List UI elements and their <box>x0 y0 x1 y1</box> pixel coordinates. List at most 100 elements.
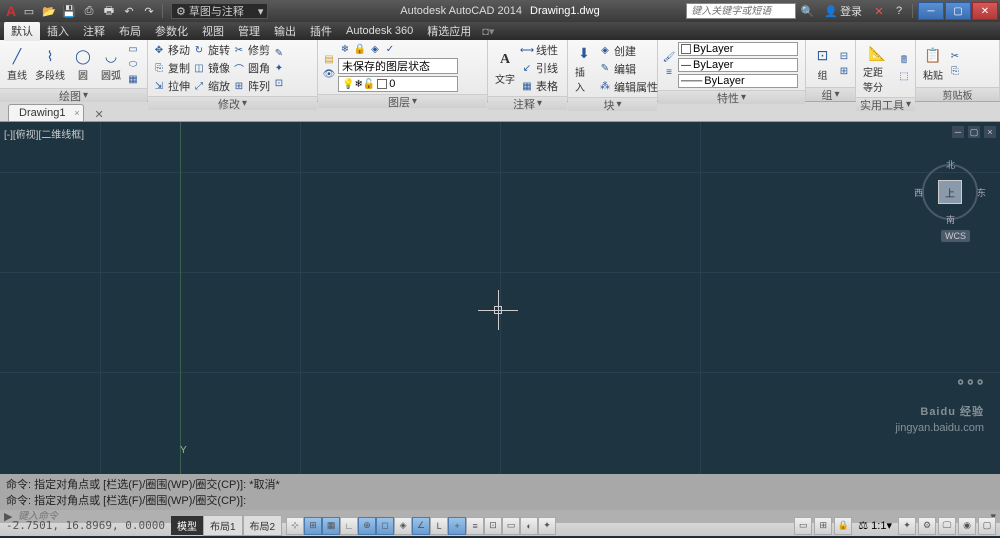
fillet-button[interactable]: ⌒圆角 <box>232 60 270 76</box>
am-toggle[interactable]: ✦ <box>538 517 556 535</box>
circle-button[interactable]: ◯圆 <box>70 45 96 83</box>
vc-south[interactable]: 南 <box>946 213 955 226</box>
app-menu-icon[interactable]: A <box>4 4 18 18</box>
linetype-combo[interactable]: ─── ByLayer <box>678 74 798 88</box>
select-icon[interactable]: ⬚ <box>897 69 911 83</box>
plot-icon[interactable]: 🖶 <box>100 2 118 20</box>
offset-icon[interactable]: ⊡ <box>272 76 286 90</box>
undo-icon[interactable]: ↶ <box>120 2 138 20</box>
drawing-canvas[interactable]: [-][俯视][二维线框] ─ ▢ × Y 上 北 南 西 东 WCS ⚬⚬⚬B… <box>0 122 1000 474</box>
viewport-label[interactable]: [-][俯视][二维线框] <box>4 126 84 141</box>
saveas-icon[interactable]: ⎙ <box>80 2 98 20</box>
panel-title[interactable]: 组 ▾ <box>806 87 855 101</box>
lwt-toggle[interactable]: ≡ <box>466 517 484 535</box>
ducs-toggle[interactable]: L <box>430 517 448 535</box>
panel-title[interactable]: 特性 ▾ <box>658 90 805 104</box>
isolate-icon[interactable]: ◉ <box>958 517 976 535</box>
coordinates[interactable]: -2.7501, 16.8969, 0.0000 <box>0 519 171 532</box>
workspace-selector[interactable]: ⚙草图与注释▾ <box>171 3 268 19</box>
vp-min-icon[interactable]: ─ <box>952 126 964 138</box>
tab-insert[interactable]: 插入 <box>40 21 76 41</box>
viewcube-top[interactable]: 上 <box>938 180 962 204</box>
save-icon[interactable]: 💾 <box>60 2 78 20</box>
tab-plugins[interactable]: 插件 <box>303 21 339 41</box>
search-input[interactable] <box>686 3 796 19</box>
ungroup-icon[interactable]: ⊟ <box>837 49 851 63</box>
scale-button[interactable]: ⤢缩放 <box>192 78 230 94</box>
close-button[interactable]: ✕ <box>972 2 998 20</box>
explode-icon[interactable]: ✦ <box>272 61 286 75</box>
measure-button[interactable]: 📐定距等分 <box>860 42 895 95</box>
3dosnap-toggle[interactable]: ◈ <box>394 517 412 535</box>
vc-north[interactable]: 北 <box>946 158 955 171</box>
layout1-tab[interactable]: 布局1 <box>203 515 243 536</box>
otrack-toggle[interactable]: ∠ <box>412 517 430 535</box>
modelspace-button[interactable]: ▭ <box>794 517 812 535</box>
rectangle-icon[interactable]: ▭ <box>126 42 140 56</box>
help-icon[interactable]: ? <box>890 2 908 20</box>
exchange-icon[interactable]: ✕ <box>870 2 888 20</box>
table-button[interactable]: ▦表格 <box>520 78 558 94</box>
leader-button[interactable]: ↙引线 <box>520 60 558 76</box>
tab-featured[interactable]: 精选应用 <box>420 21 478 41</box>
layer-freeze-icon[interactable]: ❄ <box>338 42 352 56</box>
text-button[interactable]: A文字 <box>492 49 518 87</box>
osnap-toggle[interactable]: ◻ <box>376 517 394 535</box>
layout2-tab[interactable]: 布局2 <box>243 515 283 536</box>
ortho-toggle[interactable]: ∟ <box>340 517 358 535</box>
dim-linear-button[interactable]: ⟷线性 <box>520 42 558 58</box>
quickview-icon[interactable]: ⊞ <box>814 517 832 535</box>
dyn-toggle[interactable]: + <box>448 517 466 535</box>
stretch-button[interactable]: ⇲拉伸 <box>152 78 190 94</box>
arc-button[interactable]: ◡圆弧 <box>98 45 124 83</box>
clean-screen-icon[interactable]: ▢ <box>978 517 996 535</box>
tab-a360[interactable]: Autodesk 360 <box>339 23 420 39</box>
panel-title[interactable]: 绘图 ▾ <box>0 88 147 102</box>
cut-icon[interactable]: ✂ <box>948 49 962 63</box>
redo-icon[interactable]: ↷ <box>140 2 158 20</box>
layer-iso-icon[interactable]: ◈ <box>368 42 382 56</box>
polyline-button[interactable]: ⌇多段线 <box>32 45 68 83</box>
panel-title[interactable]: 图层 ▾ <box>318 94 487 108</box>
block-edit-button[interactable]: ✎编辑 <box>598 61 658 77</box>
hardware-icon[interactable]: 🖵 <box>938 517 956 535</box>
group-edit-icon[interactable]: ⊞ <box>837 64 851 78</box>
maximize-button[interactable]: ▢ <box>945 2 971 20</box>
rotate-button[interactable]: ↻旋转 <box>192 42 230 58</box>
annovis-icon[interactable]: ✦ <box>898 517 916 535</box>
grid-toggle[interactable]: ▦ <box>322 517 340 535</box>
insert-button[interactable]: ⬇插入 <box>572 42 596 95</box>
qp-toggle[interactable]: ▭ <box>502 517 520 535</box>
group-button[interactable]: ⊡组 <box>810 45 835 83</box>
login-button[interactable]: 👤 登录 <box>818 3 868 19</box>
layer-state-combo[interactable]: 未保存的图层状态 <box>338 58 458 74</box>
trim-button[interactable]: ✂修剪 <box>232 42 270 58</box>
vp-max-icon[interactable]: ▢ <box>968 126 980 138</box>
new-icon[interactable]: ▭ <box>20 2 38 20</box>
tpy-toggle[interactable]: ⊡ <box>484 517 502 535</box>
vc-east[interactable]: 东 <box>977 186 986 199</box>
tab-manage[interactable]: 管理 <box>231 21 267 41</box>
copy-button[interactable]: ⎘复制 <box>152 60 190 76</box>
lineweight-combo[interactable]: — ByLayer <box>678 58 798 72</box>
polar-toggle[interactable]: ⊕ <box>358 517 376 535</box>
viewcube[interactable]: 上 北 南 西 东 <box>920 162 980 222</box>
block-create-button[interactable]: ◈创建 <box>598 43 658 59</box>
tab-parametric[interactable]: 参数化 <box>148 21 195 41</box>
panel-title[interactable]: 修改 ▾ <box>148 96 317 110</box>
color-combo[interactable]: ByLayer <box>678 42 798 56</box>
snap-toggle[interactable]: ⊞ <box>304 517 322 535</box>
tab-output[interactable]: 输出 <box>267 21 303 41</box>
tab-layout[interactable]: 布局 <box>112 21 148 41</box>
mirror-button[interactable]: ◫镜像 <box>192 60 230 76</box>
wcs-badge[interactable]: WCS <box>941 230 970 242</box>
close-tab-icon[interactable]: × <box>74 108 79 118</box>
panel-title[interactable]: 实用工具 ▾ <box>856 97 915 111</box>
infocenter-icon[interactable]: 🔍 <box>798 2 816 20</box>
sc-toggle[interactable]: ◐ <box>520 517 538 535</box>
model-tab[interactable]: 模型 <box>171 516 203 535</box>
minimize-button[interactable]: ─ <box>918 2 944 20</box>
infer-toggle[interactable]: ⊹ <box>286 517 304 535</box>
layer-off-icon[interactable]: 👁 <box>322 68 336 82</box>
vc-west[interactable]: 西 <box>914 186 923 199</box>
